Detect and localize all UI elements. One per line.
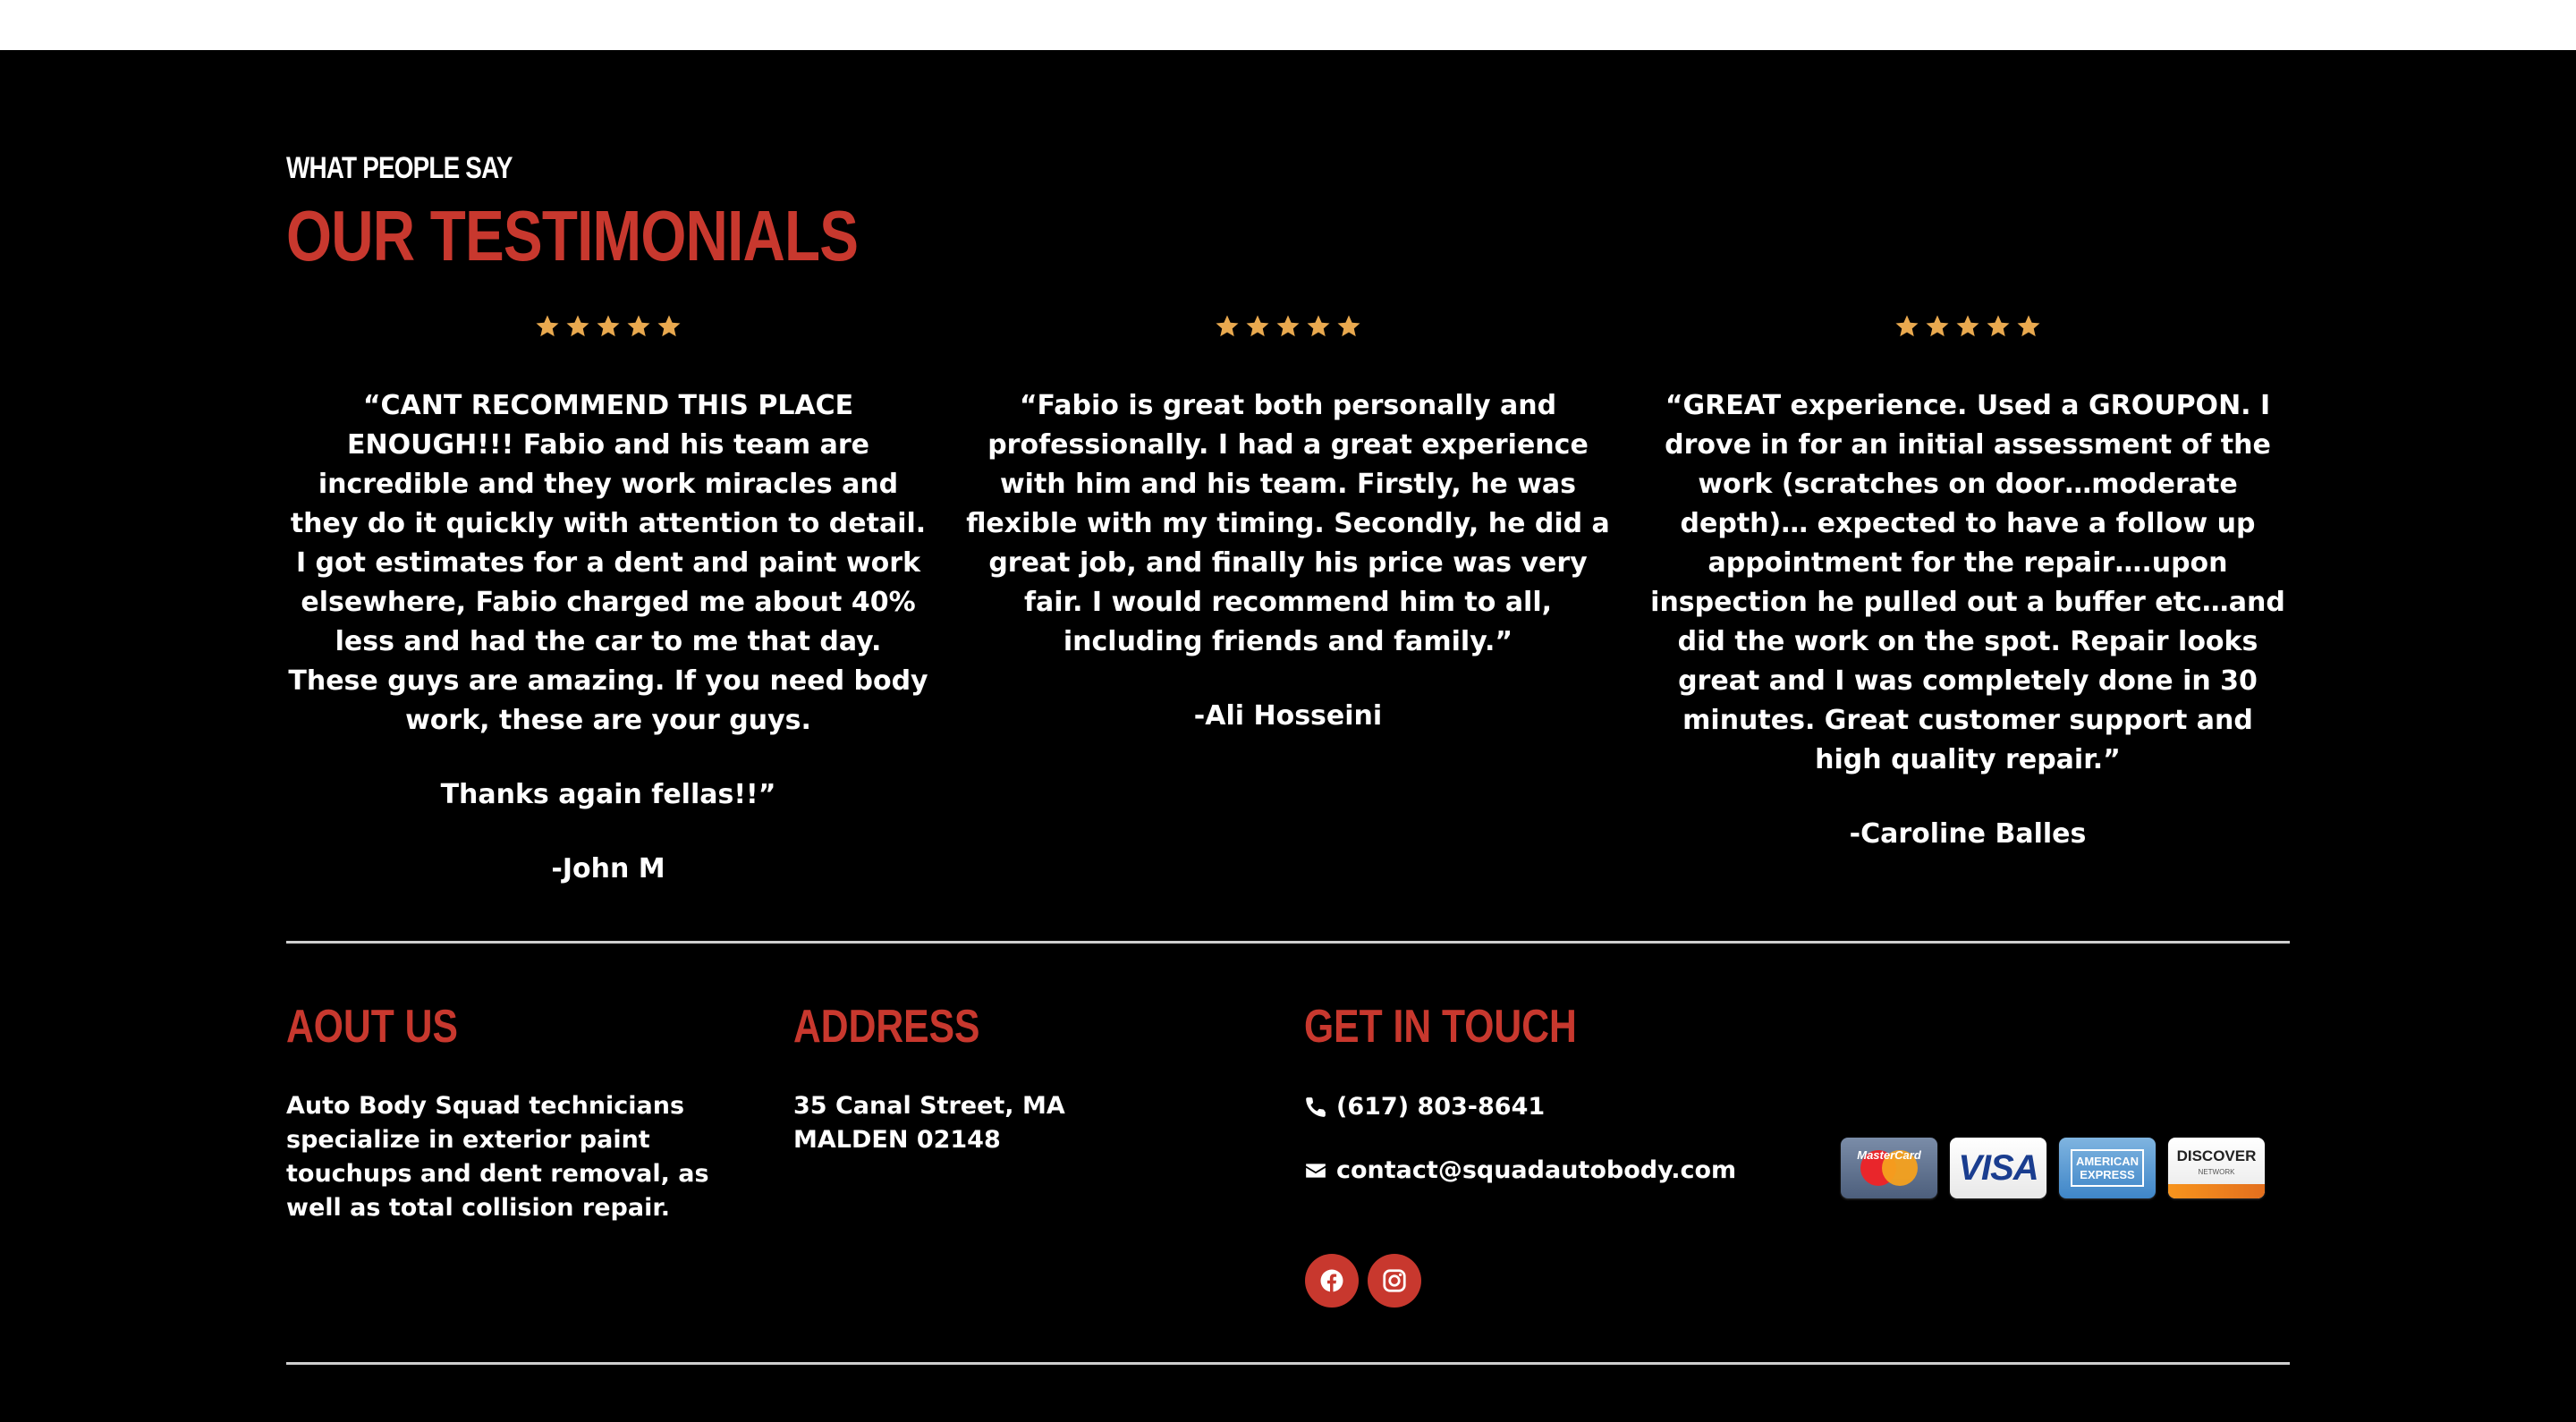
section-divider <box>286 941 2290 944</box>
top-white-bar <box>0 0 2576 50</box>
facebook-icon <box>1318 1267 1345 1294</box>
email-link[interactable]: contact@squadautobody.com <box>1304 1154 1736 1188</box>
testimonial-quote: “Fabio is great both personally and prof… <box>966 386 1610 736</box>
visa-logo: VISA <box>1950 1138 2046 1198</box>
star-rating <box>1646 313 2290 356</box>
instagram-icon <box>1381 1267 1408 1294</box>
star-icon <box>1305 313 1332 340</box>
phone-icon <box>1304 1096 1327 1119</box>
envelope-icon <box>1304 1159 1327 1182</box>
section-eyebrow: WHAT PEOPLE SAY <box>286 151 513 185</box>
testimonial-author: -John M <box>551 853 665 885</box>
phone-link[interactable]: (617) 803-8641 <box>1304 1090 1545 1124</box>
discover-logo: DISCOVER NETWORK <box>2168 1138 2265 1198</box>
testimonial-quote: “CANT RECOMMEND THIS PLACE ENOUGH!!! Fab… <box>286 386 930 889</box>
star-icon <box>656 313 682 340</box>
address-block: 35 Canal Street, MA MALDEN 02148 <box>793 1089 1151 1157</box>
star-icon <box>1894 313 1920 340</box>
discover-title: DISCOVER <box>2176 1147 2257 1164</box>
contact-title: GET IN TOUCH <box>1304 1001 1577 1053</box>
testimonial-author: -Ali Hosseini <box>1193 700 1383 732</box>
quote-paragraph: “Fabio is great both personally and prof… <box>966 390 1610 657</box>
visa-label: VISA <box>1958 1147 2038 1188</box>
star-icon <box>534 313 561 340</box>
star-icon <box>1214 313 1241 340</box>
mastercard-logo: MasterCard <box>1841 1138 1937 1198</box>
amex-line-2: EXPRESS <box>2080 1168 2135 1181</box>
quote-paragraph: “CANT RECOMMEND THIS PLACE ENOUGH!!! Fab… <box>288 390 928 736</box>
star-icon <box>1244 313 1271 340</box>
address-line-2: MALDEN 02148 <box>793 1126 1001 1154</box>
testimonial-quote: “GREAT experience. Used a GROUPON. I dro… <box>1646 386 2290 854</box>
amex-label: AMERICAN EXPRESS <box>2070 1149 2145 1187</box>
star-icon <box>564 313 591 340</box>
email-address: contact@squadautobody.com <box>1336 1156 1737 1184</box>
quote-paragraph: Thanks again fellas!!” <box>440 779 776 810</box>
discover-band <box>2168 1184 2265 1198</box>
instagram-button[interactable] <box>1368 1254 1421 1308</box>
facebook-button[interactable] <box>1305 1254 1359 1308</box>
mastercard-label: MasterCard <box>1857 1148 1921 1162</box>
testimonial-card: “Fabio is great both personally and prof… <box>966 313 1610 736</box>
star-icon <box>1335 313 1362 340</box>
star-icon <box>2015 313 2042 340</box>
star-icon <box>595 313 622 340</box>
testimonial-card: “GREAT experience. Used a GROUPON. I dro… <box>1646 313 2290 854</box>
testimonial-card: “CANT RECOMMEND THIS PLACE ENOUGH!!! Fab… <box>286 313 930 889</box>
star-icon <box>1275 313 1301 340</box>
star-rating <box>966 313 1610 356</box>
discover-label: DISCOVER NETWORK <box>2177 1148 2257 1181</box>
star-icon <box>1985 313 2012 340</box>
footer-divider <box>286 1362 2290 1365</box>
amex-line-1: AMERICAN <box>2075 1155 2140 1168</box>
star-icon <box>1924 313 1951 340</box>
about-text: Auto Body Squad technicians specialize i… <box>286 1092 709 1222</box>
discover-subtitle: NETWORK <box>2198 1168 2235 1176</box>
payment-cards: MasterCard VISA AMERICAN EXPRESS DISCOVE… <box>1841 1138 2265 1198</box>
about-title: AOUT US <box>286 1001 458 1053</box>
phone-number: (617) 803-8641 <box>1336 1093 1546 1121</box>
star-icon <box>625 313 652 340</box>
star-rating <box>286 313 930 356</box>
amex-logo: AMERICAN EXPRESS <box>2059 1138 2156 1198</box>
section-title: OUR TESTIMONIALS <box>286 196 859 275</box>
star-icon <box>1954 313 1981 340</box>
testimonial-author: -Caroline Balles <box>1849 818 2087 850</box>
quote-paragraph: “GREAT experience. Used a GROUPON. I dro… <box>1650 390 2285 775</box>
address-title: ADDRESS <box>793 1001 980 1053</box>
address-line-1: 35 Canal Street, MA <box>793 1092 1065 1120</box>
